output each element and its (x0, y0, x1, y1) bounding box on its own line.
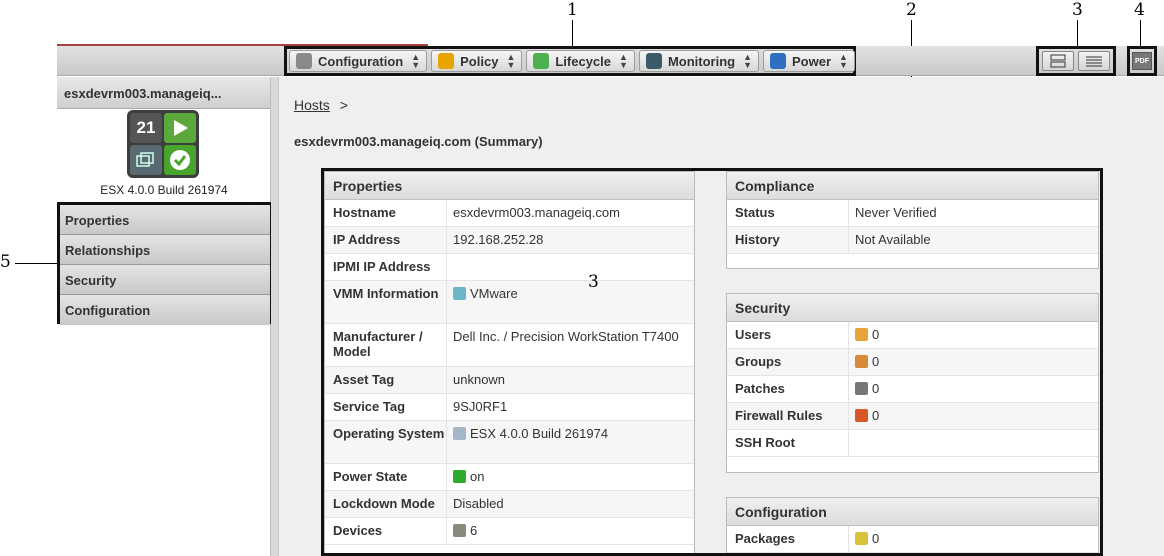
shield-icon (438, 53, 455, 69)
page-title: esxdevrm003.manageiq.com (Summary) (294, 134, 543, 149)
accordion-properties[interactable]: Properties (60, 205, 270, 235)
power-icon (770, 53, 787, 69)
chart-icon (645, 53, 662, 69)
pdf-group: PDF (1127, 46, 1157, 76)
toolbar-power-button[interactable]: Power ▲ ▼ (763, 50, 855, 72)
dropdown-arrows-icon: ▲ ▼ (506, 52, 516, 70)
callout-2: 2 (906, 0, 917, 20)
host-caption: ESX 4.0.0 Build 261974 (100, 183, 228, 197)
callout-3-line (1077, 20, 1078, 46)
grid-view-icon (1050, 54, 1066, 68)
dropdown-arrows-icon: ▲ ▼ (839, 52, 848, 70)
accordion-configuration[interactable]: Configuration (60, 295, 270, 325)
sidebar-accordion: Properties Relationships Security Config… (57, 202, 273, 325)
callout-3-top: 3 (1072, 0, 1083, 20)
toolbar-button-label: Configuration (318, 53, 404, 69)
grid-view-button[interactable] (1042, 51, 1074, 71)
dropdown-arrows-icon: ▲ ▼ (411, 52, 421, 70)
pdf-button[interactable]: PDF (1132, 52, 1152, 70)
dropdown-arrows-icon: ▲ ▼ (743, 52, 753, 70)
breadcrumb: Hosts > (294, 97, 348, 113)
toolbar-button-group: Configuration ▲ ▼ Policy ▲ ▼ Lifecycle ▲ ▼ Monito… (284, 46, 856, 76)
gear-icon (296, 53, 312, 69)
toolbar-button-label: Policy (460, 53, 499, 69)
play-icon (164, 113, 196, 143)
toolbar-button-label: Power (792, 53, 832, 69)
callout-1-line (572, 20, 573, 46)
screenshot-stage: 1 2 3 4 5 Configuration ▲ ▼ Policy ▲ ▼ Lifecyc… (0, 0, 1164, 556)
view-mode-group (1036, 46, 1116, 76)
toolbar-lifecycle-button[interactable]: Lifecycle ▲ ▼ (526, 50, 635, 72)
check-icon (164, 145, 196, 175)
callout-5: 5 (0, 252, 11, 272)
vmware-icon (130, 145, 162, 175)
toolbar-button-label: Monitoring (667, 53, 736, 69)
callout-4-line (1140, 20, 1141, 46)
breadcrumb-separator: > (339, 97, 348, 113)
toolbar-configuration-button[interactable]: Configuration ▲ ▼ (289, 50, 428, 72)
breadcrumb-hosts-link[interactable]: Hosts (294, 97, 330, 113)
list-view-button[interactable] (1078, 51, 1110, 71)
toolbar-button-label: Lifecycle (555, 53, 612, 69)
sidebar-title: esxdevrm003.manageiq... (57, 77, 270, 109)
splitter[interactable] (271, 77, 279, 556)
recycle-icon (533, 53, 550, 69)
toolbar-policy-button[interactable]: Policy ▲ ▼ (431, 50, 523, 72)
accordion-relationships[interactable]: Relationships (60, 235, 270, 265)
host-quadicon: 21 (127, 110, 199, 178)
callout-5-line (15, 263, 57, 264)
vm-count-badge: 21 (130, 113, 162, 143)
dropdown-arrows-icon: ▲ ▼ (619, 52, 628, 70)
summary-highlight-box (321, 168, 1103, 556)
list-view-icon (1086, 56, 1102, 67)
sidebar: esxdevrm003.manageiq... 21 ESX 4.0.0 Bui… (57, 77, 273, 556)
callout-1: 1 (567, 0, 578, 20)
toolbar-monitoring-button[interactable]: Monitoring ▲ ▼ (638, 50, 760, 72)
accordion-security[interactable]: Security (60, 265, 270, 295)
callout-4: 4 (1134, 0, 1145, 20)
